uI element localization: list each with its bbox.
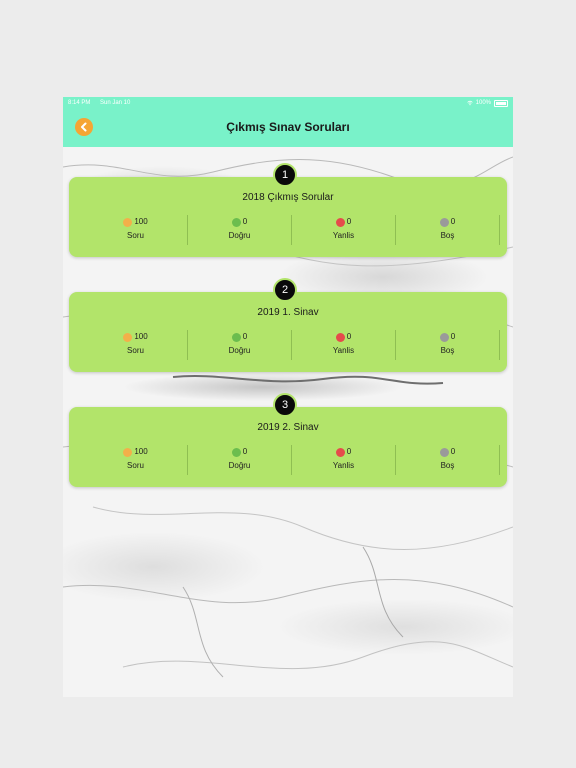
stat-dogru: 0 Doğru: [188, 330, 292, 360]
dogru-count: 0: [242, 217, 248, 226]
dogru-count: 0: [242, 447, 248, 456]
exam-title: 2019 1. Sinav: [257, 307, 319, 318]
question-icon: [123, 447, 133, 457]
check-icon: [231, 332, 241, 342]
question-icon: [123, 217, 133, 227]
wifi-icon: [466, 100, 473, 106]
stat-soru: 100 Soru: [84, 445, 188, 475]
stat-soru: 100 Soru: [84, 215, 188, 245]
exam-card-1[interactable]: 2018 Çıkmış Sorular 100 Soru 0 Doğru 0 Y…: [69, 177, 507, 257]
stat-soru: 100 Soru: [84, 330, 188, 360]
dogru-label: Doğru: [228, 346, 251, 355]
bos-count: 0: [450, 217, 456, 226]
bos-count: 0: [450, 332, 456, 341]
battery-icon: [494, 99, 508, 107]
exam-title: 2018 Çıkmış Sorular: [242, 192, 334, 203]
yanlis-label: Yanlis: [332, 231, 355, 240]
stat-yanlis: 0 Yanlis: [292, 330, 396, 360]
yanlis-count: 0: [346, 447, 352, 456]
stat-yanlis: 0 Yanlis: [292, 445, 396, 475]
bos-label: Boş: [440, 461, 455, 470]
exam-stats: 100 Soru 0 Doğru 0 Yanlis 0 Boş: [84, 445, 500, 475]
exam-number-badge: 2: [273, 278, 297, 302]
marble-background: 2018 Çıkmış Sorular 100 Soru 0 Doğru 0 Y…: [63, 147, 513, 697]
bos-count: 0: [450, 447, 456, 456]
yanlis-count: 0: [346, 332, 352, 341]
yanlis-label: Yanlis: [332, 346, 355, 355]
exam-number-badge: 1: [273, 163, 297, 187]
soru-label: Soru: [127, 346, 144, 355]
dogru-label: Doğru: [228, 231, 251, 240]
empty-icon: [439, 447, 449, 457]
soru-count: 100: [134, 447, 148, 456]
nav-bar: Çıkmış Sınav Soruları: [63, 109, 513, 147]
exam-stats: 100 Soru 0 Doğru 0 Yanlis 0 Boş: [84, 215, 500, 245]
exam-card-2[interactable]: 2019 1. Sinav 100 Soru 0 Doğru 0 Yanlis …: [69, 292, 507, 372]
dogru-label: Doğru: [228, 461, 251, 470]
status-time: 8:14 PM: [68, 100, 91, 106]
exam-stats: 100 Soru 0 Doğru 0 Yanlis 0 Boş: [84, 330, 500, 360]
exam-card-3[interactable]: 2019 2. Sinav 100 Soru 0 Doğru 0 Yanlis …: [69, 407, 507, 487]
stat-bos: 0 Boş: [396, 215, 500, 245]
empty-icon: [439, 217, 449, 227]
dogru-count: 0: [242, 332, 248, 341]
check-icon: [231, 217, 241, 227]
soru-count: 100: [134, 332, 148, 341]
battery-percent: 100%: [475, 100, 491, 106]
stat-dogru: 0 Doğru: [188, 215, 292, 245]
soru-label: Soru: [127, 461, 144, 470]
yanlis-label: Yanlis: [332, 461, 355, 470]
empty-icon: [439, 332, 449, 342]
stat-yanlis: 0 Yanlis: [292, 215, 396, 245]
cross-icon: [335, 447, 345, 457]
question-icon: [123, 332, 133, 342]
soru-label: Soru: [127, 231, 144, 240]
exam-title: 2019 2. Sinav: [257, 422, 319, 433]
stat-dogru: 0 Doğru: [188, 445, 292, 475]
bos-label: Boş: [440, 231, 455, 240]
soru-count: 100: [134, 217, 148, 226]
device-screen: 8:14 PM Sun Jan 10 100% Çıkmış Sınav Sor…: [63, 97, 513, 697]
page-title: Çıkmış Sınav Soruları: [226, 120, 350, 134]
status-right: 100%: [466, 97, 508, 109]
status-bar: 8:14 PM Sun Jan 10 100%: [63, 97, 513, 109]
status-date: Sun Jan 10: [100, 100, 131, 106]
stat-bos: 0 Boş: [396, 330, 500, 360]
cross-icon: [335, 332, 345, 342]
exam-number-badge: 3: [273, 393, 297, 417]
bos-label: Boş: [440, 346, 455, 355]
cross-icon: [335, 217, 345, 227]
stat-bos: 0 Boş: [396, 445, 500, 475]
check-icon: [231, 447, 241, 457]
yanlis-count: 0: [346, 217, 352, 226]
